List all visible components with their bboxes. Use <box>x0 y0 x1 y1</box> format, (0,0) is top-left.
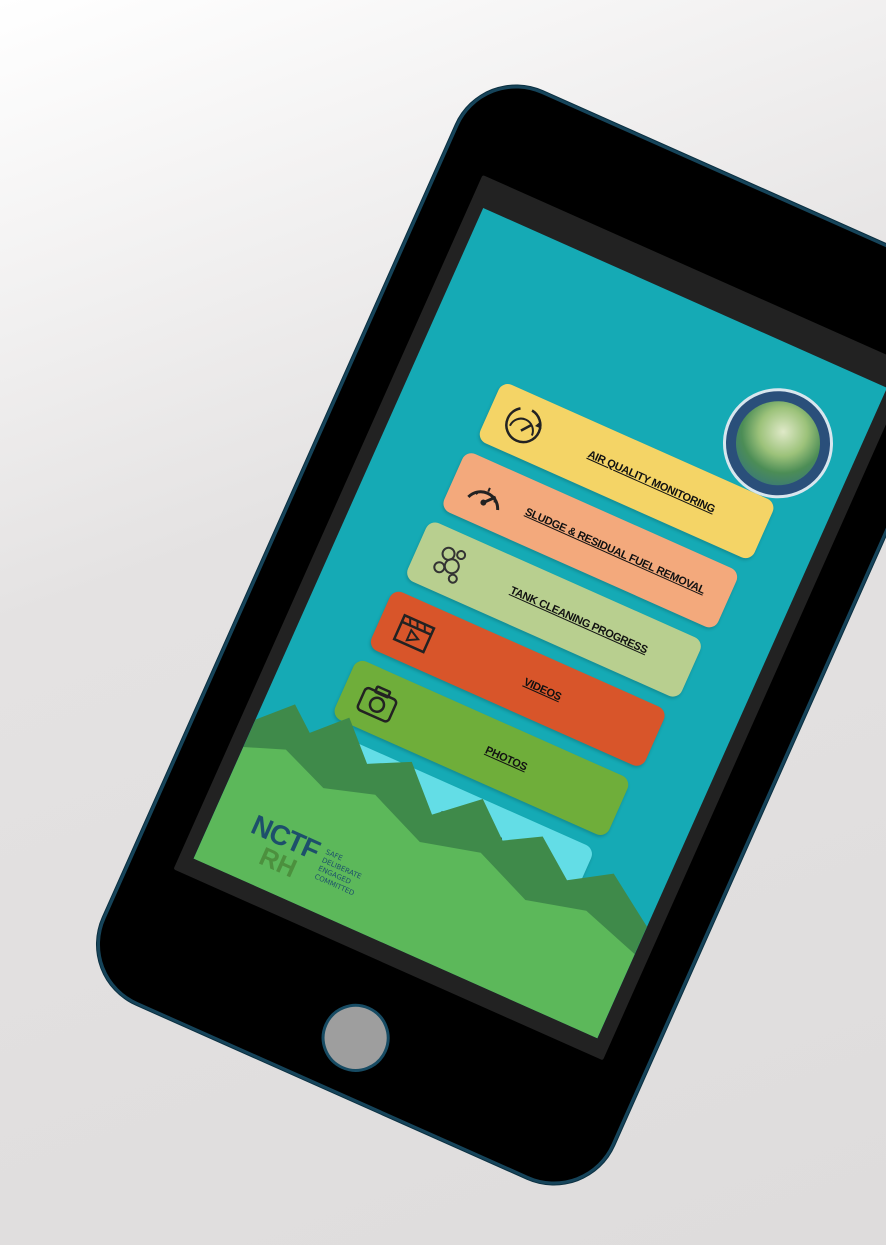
home-button[interactable] <box>310 992 401 1083</box>
tagline: SAFE DELIBERATE ENGAGED COMMITTED <box>313 848 367 898</box>
phone-screen: AIR QUALITY MONITORING SLUDGE & RESIDUAL… <box>173 174 886 1061</box>
phone-frame: AIR QUALITY MONITORING SLUDGE & RESIDUAL… <box>75 64 886 1206</box>
app-screen: AIR QUALITY MONITORING SLUDGE & RESIDUAL… <box>193 208 886 1039</box>
video-clapper-icon <box>379 597 450 668</box>
seal-image <box>722 387 834 499</box>
speedometer-icon <box>451 459 522 530</box>
bubbles-icon <box>415 528 486 599</box>
background: AIR QUALITY MONITORING SLUDGE & RESIDUAL… <box>0 0 886 1245</box>
gauge-cycle-icon <box>488 389 559 460</box>
